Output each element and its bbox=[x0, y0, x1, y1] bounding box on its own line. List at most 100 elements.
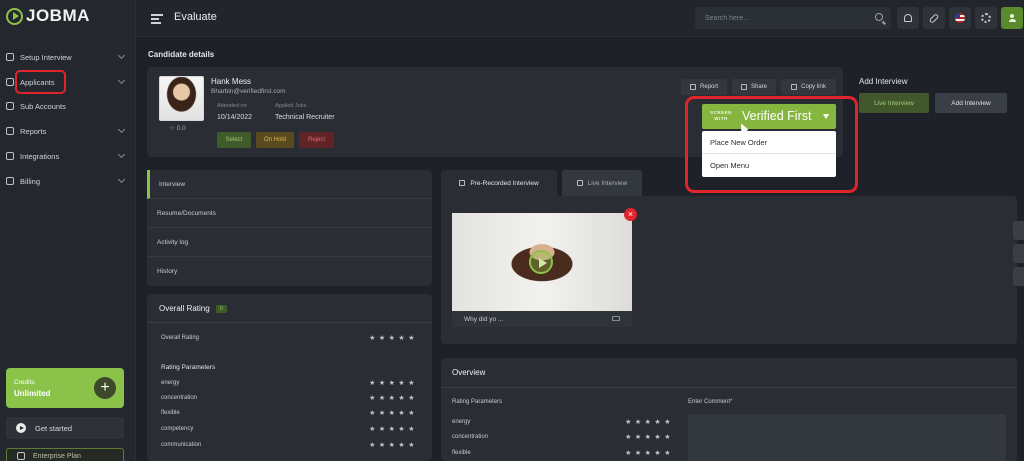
tab-history[interactable]: History bbox=[147, 257, 432, 286]
links-button[interactable] bbox=[923, 7, 945, 29]
top-header: Evaluate bbox=[136, 0, 1024, 37]
overview-params-title: Rating Parameters bbox=[452, 399, 503, 405]
select-button[interactable]: Select bbox=[217, 132, 251, 148]
param-label: flexible bbox=[161, 410, 180, 416]
param-label: competency bbox=[161, 426, 194, 432]
tab-pre-recorded-interview[interactable]: Pre-Recorded Interview bbox=[441, 170, 557, 196]
copy-link-label: Copy link bbox=[801, 84, 826, 90]
share-button[interactable]: Share bbox=[732, 79, 776, 95]
star-rating[interactable]: ★★★★★ bbox=[625, 418, 674, 426]
tab-interview[interactable]: Interview bbox=[147, 170, 432, 199]
captions-icon[interactable] bbox=[612, 316, 620, 321]
sidebar-item-label: Billing bbox=[20, 176, 41, 186]
overall-rating-card: Overall Rating 0 Overall Rating ★★★★★ Ra… bbox=[147, 294, 432, 461]
sidebar-item-sub-accounts[interactable]: Sub Accounts bbox=[0, 97, 136, 115]
attended-value: 10/14/2022 bbox=[217, 114, 253, 121]
credits-value: Unlimited bbox=[14, 389, 51, 398]
logo[interactable]: JOBMA bbox=[6, 6, 90, 26]
chevron-down-icon bbox=[117, 51, 126, 60]
settings-button[interactable] bbox=[975, 7, 997, 29]
overview-title: Overview bbox=[452, 368, 486, 377]
rating-param-row: communication ★★★★★ bbox=[147, 438, 432, 452]
overview-param-row: flexible ★★★★★ bbox=[452, 446, 674, 460]
candidate-email: Bharbin@verifiedfirst.com bbox=[211, 88, 286, 95]
sidebar-item-label: Sub Accounts bbox=[20, 101, 66, 111]
overall-rating-title: Overall Rating 0 bbox=[159, 304, 227, 313]
download-icon bbox=[689, 84, 696, 90]
section-title-candidate: Candidate details bbox=[148, 50, 215, 59]
overall-rating-heading: Overall Rating bbox=[159, 304, 210, 313]
chevron-down-icon bbox=[117, 125, 126, 134]
live-interview-button[interactable]: Live Interview bbox=[859, 93, 929, 113]
share-label: Share bbox=[750, 84, 767, 90]
chevron-down-icon bbox=[117, 76, 126, 85]
sidebar-item-billing[interactable]: Billing bbox=[0, 172, 136, 190]
copy-link-button[interactable]: Copy link bbox=[781, 79, 836, 95]
rating-param-row: energy ★★★★★ bbox=[147, 376, 432, 390]
tab-activity-log[interactable]: Activity log bbox=[147, 228, 432, 257]
profile-button[interactable] bbox=[1001, 7, 1023, 29]
setup-icon bbox=[6, 53, 14, 61]
play-video-icon[interactable] bbox=[529, 250, 553, 274]
search-input[interactable] bbox=[695, 7, 855, 29]
rating-param-row: concentration ★★★★★ bbox=[147, 391, 432, 405]
language-button[interactable] bbox=[949, 7, 971, 29]
edge-tab-button[interactable] bbox=[1013, 244, 1024, 263]
get-started-button[interactable]: Get started bbox=[6, 417, 124, 439]
reject-button[interactable]: Reject bbox=[299, 132, 334, 148]
tab-resume-documents[interactable]: Resume/Documents bbox=[147, 199, 432, 228]
rating-params-title: Rating Parameters bbox=[161, 363, 216, 371]
get-started-label: Get started bbox=[35, 423, 73, 433]
star-rating[interactable]: ★★★★★ bbox=[625, 449, 674, 457]
edge-tab-button[interactable] bbox=[1013, 267, 1024, 286]
billing-icon bbox=[6, 177, 14, 185]
star-rating[interactable]: ★★★★★ bbox=[369, 394, 418, 402]
star-rating[interactable]: ★★★★★ bbox=[369, 409, 418, 417]
applied-value: Technical Recruiter bbox=[275, 114, 335, 121]
camera-icon bbox=[576, 180, 583, 186]
star-rating[interactable]: ★★★★★ bbox=[369, 334, 418, 342]
star-rating[interactable]: ★★★★★ bbox=[369, 425, 418, 433]
link-icon bbox=[791, 84, 798, 90]
report-button[interactable]: Report bbox=[681, 79, 727, 95]
report-label: Report bbox=[699, 84, 718, 90]
annotation-highlight bbox=[685, 96, 858, 193]
plan-badge[interactable]: Enterprise Plan bbox=[6, 448, 124, 461]
sidebar-item-label: Setup Interview bbox=[20, 52, 72, 62]
sidebar-item-reports[interactable]: Reports bbox=[0, 122, 136, 140]
add-credits-button[interactable]: + bbox=[94, 377, 116, 399]
video-question: Why did yo ... bbox=[464, 315, 504, 323]
annotation-highlight bbox=[15, 70, 66, 94]
notifications-button[interactable] bbox=[897, 7, 919, 29]
overall-rating-label: Overall Rating bbox=[161, 335, 200, 341]
edge-tab-button[interactable] bbox=[1013, 221, 1024, 240]
close-icon[interactable]: × bbox=[624, 208, 637, 221]
share-icon bbox=[740, 84, 747, 90]
star-rating[interactable]: ★★★★★ bbox=[625, 433, 674, 441]
tab-live-interview[interactable]: Live Interview bbox=[562, 170, 642, 196]
chevron-down-icon bbox=[117, 150, 126, 159]
star-rating[interactable]: ★★★★★ bbox=[369, 379, 418, 387]
star-rating[interactable]: ★★★★★ bbox=[369, 441, 418, 449]
sidebar-item-setup-interview[interactable]: Setup Interview bbox=[0, 48, 136, 66]
logo-text: JOBMA bbox=[26, 6, 90, 25]
divider bbox=[147, 322, 432, 323]
comment-label: Enter Comment* bbox=[688, 399, 733, 405]
divider bbox=[441, 387, 1017, 388]
add-interview-button[interactable]: Add Interview bbox=[935, 93, 1007, 113]
plan-icon bbox=[17, 452, 25, 460]
menu-toggle-icon[interactable] bbox=[151, 14, 163, 26]
rating-param-row: flexible ★★★★★ bbox=[147, 406, 432, 420]
comment-textarea[interactable] bbox=[688, 414, 1006, 461]
attended-label: Attended on bbox=[217, 103, 247, 109]
on-hold-button[interactable]: On Hold bbox=[256, 132, 294, 148]
search-box bbox=[695, 7, 891, 29]
applicants-icon bbox=[6, 78, 14, 86]
sidebar: JOBMA Setup Interview Applicants Sub Acc… bbox=[0, 0, 136, 461]
search-icon[interactable] bbox=[875, 13, 883, 21]
page-title: Evaluate bbox=[174, 11, 217, 23]
sidebar-item-integrations[interactable]: Integrations bbox=[0, 147, 136, 165]
sidebar-item-label: Integrations bbox=[20, 151, 60, 161]
param-label: energy bbox=[452, 419, 471, 425]
tab-label: Pre-Recorded Interview bbox=[470, 179, 539, 187]
